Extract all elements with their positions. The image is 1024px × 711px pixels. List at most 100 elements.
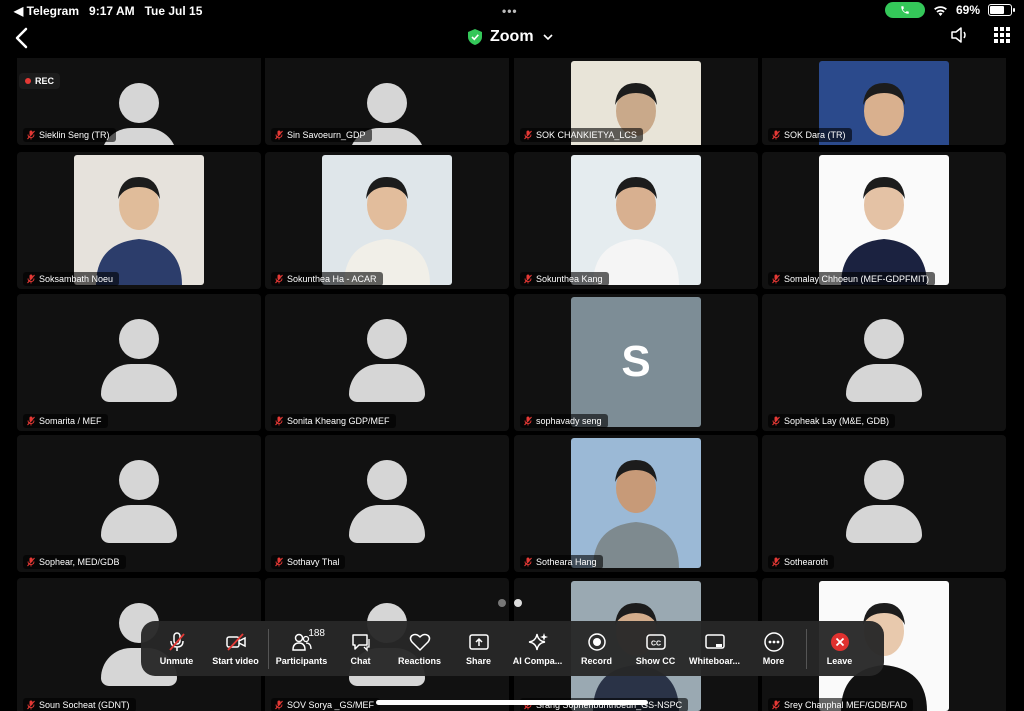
leave-label: Leave <box>826 655 853 666</box>
multitasking-dots-icon[interactable]: ••• <box>502 4 518 18</box>
record-icon <box>587 632 606 651</box>
participant-photo <box>819 155 949 285</box>
participant-name: sophavady seng <box>536 416 602 426</box>
participant-name: Sotheara Hang <box>536 557 597 567</box>
speaker-icon[interactable] <box>950 26 970 44</box>
whiteboard-icon <box>704 633 725 649</box>
avatar-body-icon <box>349 364 425 402</box>
participant-name: Somalay Chhoeun (MEF-GDPFMIT) <box>784 274 930 284</box>
avatar-head-icon <box>864 460 904 500</box>
participant-name: Sin Savoeurn_GDP <box>287 130 366 140</box>
participant-tile[interactable]: Somarita / MEF <box>17 294 261 431</box>
participant-photo <box>74 155 204 285</box>
mic-muted-icon <box>772 700 780 710</box>
closed-captions-icon: CC <box>645 633 666 650</box>
participant-photo <box>571 155 701 285</box>
mic-muted-icon <box>27 416 35 426</box>
home-indicator[interactable] <box>376 700 648 705</box>
record-button[interactable]: Record <box>567 624 626 674</box>
participant-tile[interactable]: Sokunthea Kang <box>514 152 758 289</box>
participant-tile[interactable]: SOK CHANKIETYA_LCS <box>514 58 758 145</box>
back-chevron-icon[interactable] <box>12 26 32 50</box>
participant-name-tag: SOV Sorya _GS/MEF <box>271 698 381 711</box>
participant-name: Sokunthea Ha - ACAR <box>287 274 377 284</box>
wifi-icon <box>934 5 947 16</box>
unmute-label: Unmute <box>159 655 194 666</box>
show-cc-label: Show CC <box>635 655 676 666</box>
share-screen-icon <box>468 633 489 650</box>
avatar-body-icon <box>101 505 177 543</box>
start-video-label: Start video <box>212 655 259 666</box>
video-gallery: REC Sieklin Seng (TR) Sin Savoeurn_GDP SOK… <box>17 58 1007 711</box>
recording-indicator: REC <box>19 73 61 89</box>
participant-name-tag: Sothavy Thal <box>271 555 346 569</box>
participant-name: SOV Sorya _GS/MEF <box>287 700 375 710</box>
mic-muted-icon <box>27 557 35 567</box>
participant-tile[interactable]: Sopheak Lay (M&E, GDB) <box>762 294 1006 431</box>
start-video-button[interactable]: Start video <box>206 624 265 674</box>
person-photo-graphic <box>593 177 679 285</box>
show-cc-button[interactable]: CC Show CC <box>626 624 685 674</box>
video-off-icon <box>225 632 246 651</box>
participant-tile[interactable]: Somalay Chhoeun (MEF-GDPFMIT) <box>762 152 1006 289</box>
share-button[interactable]: Share <box>449 624 508 674</box>
mic-muted-icon <box>524 416 532 426</box>
page-dot-active[interactable] <box>514 599 522 607</box>
mic-muted-icon <box>772 557 780 567</box>
participant-tile[interactable]: Sotheara Hang <box>514 435 758 572</box>
mic-muted-icon <box>524 274 532 284</box>
participant-tile[interactable]: Sothavy Thal <box>265 435 509 572</box>
participant-tile[interactable]: Sieklin Seng (TR) <box>17 58 261 145</box>
participant-tile[interactable]: Soksambath Noeu <box>17 152 261 289</box>
status-date: Tue Jul 15 <box>144 4 203 18</box>
sparkle-icon <box>528 632 548 650</box>
status-right: 69% <box>884 2 1015 18</box>
page-dot[interactable] <box>498 599 506 607</box>
mic-muted-icon <box>27 274 35 284</box>
participant-name: Sothearoth <box>784 557 829 567</box>
participant-initial-avatar: S <box>571 297 701 427</box>
avatar-head-icon <box>367 83 407 123</box>
participant-tile[interactable]: Sophear, MED/GDB <box>17 435 261 572</box>
chat-icon <box>351 633 370 652</box>
mic-muted-icon <box>772 416 780 426</box>
mic-muted-icon <box>275 700 283 710</box>
participant-tile[interactable]: Sin Savoeurn_GDP <box>265 58 509 145</box>
participant-tile[interactable]: SOK Dara (TR) <box>762 58 1006 145</box>
leave-button[interactable]: Leave <box>810 624 869 674</box>
participant-name: Soksambath Noeu <box>39 274 114 284</box>
record-label: Record <box>580 655 612 666</box>
participant-name: Soun Socheat (GDNT) <box>39 700 130 710</box>
person-photo-graphic <box>593 460 679 568</box>
page-indicator[interactable] <box>498 599 522 607</box>
participant-name: Sothavy Thal <box>287 557 340 567</box>
mic-muted-icon <box>772 274 780 284</box>
participant-name-tag: Sieklin Seng (TR) <box>23 128 116 142</box>
participant-name-tag: Somarita / MEF <box>23 414 108 428</box>
participant-tile[interactable]: Sokunthea Ha - ACAR <box>265 152 509 289</box>
avatar-body-icon <box>846 505 922 543</box>
phone-call-icon[interactable] <box>884 2 925 18</box>
participant-tile[interactable]: Sonita Kheang GDP/MEF <box>265 294 509 431</box>
participant-name-tag: Sophear, MED/GDB <box>23 555 126 569</box>
record-dot-icon <box>25 78 31 84</box>
participant-name-tag: Somalay Chhoeun (MEF-GDPFMIT) <box>768 272 936 286</box>
participant-name: Srey Chanphal MEF/GDB/FAD <box>784 700 908 710</box>
unmute-button[interactable]: Unmute <box>147 624 206 674</box>
participants-button[interactable]: 188 Participants <box>272 624 331 674</box>
participant-tile[interactable]: Sothearoth <box>762 435 1006 572</box>
ai-companion-button[interactable]: AI Compa... <box>508 624 567 674</box>
gallery-grid-icon[interactable] <box>994 27 1010 43</box>
more-button[interactable]: More <box>744 624 803 674</box>
participant-tile[interactable]: Ssophavady seng <box>514 294 758 431</box>
whiteboard-button[interactable]: Whiteboar... <box>685 624 744 674</box>
chat-label: Chat <box>350 655 371 666</box>
reactions-button[interactable]: Reactions <box>390 624 449 674</box>
participant-name-tag: Sonita Kheang GDP/MEF <box>271 414 396 428</box>
share-label: Share <box>465 655 491 666</box>
back-to-app-link[interactable]: ◀ Telegram <box>14 4 79 18</box>
meeting-title[interactable]: Zoom <box>468 28 554 46</box>
chat-button[interactable]: Chat <box>331 624 390 674</box>
participant-name-tag: Sokunthea Kang <box>520 272 609 286</box>
mic-muted-icon <box>275 416 283 426</box>
